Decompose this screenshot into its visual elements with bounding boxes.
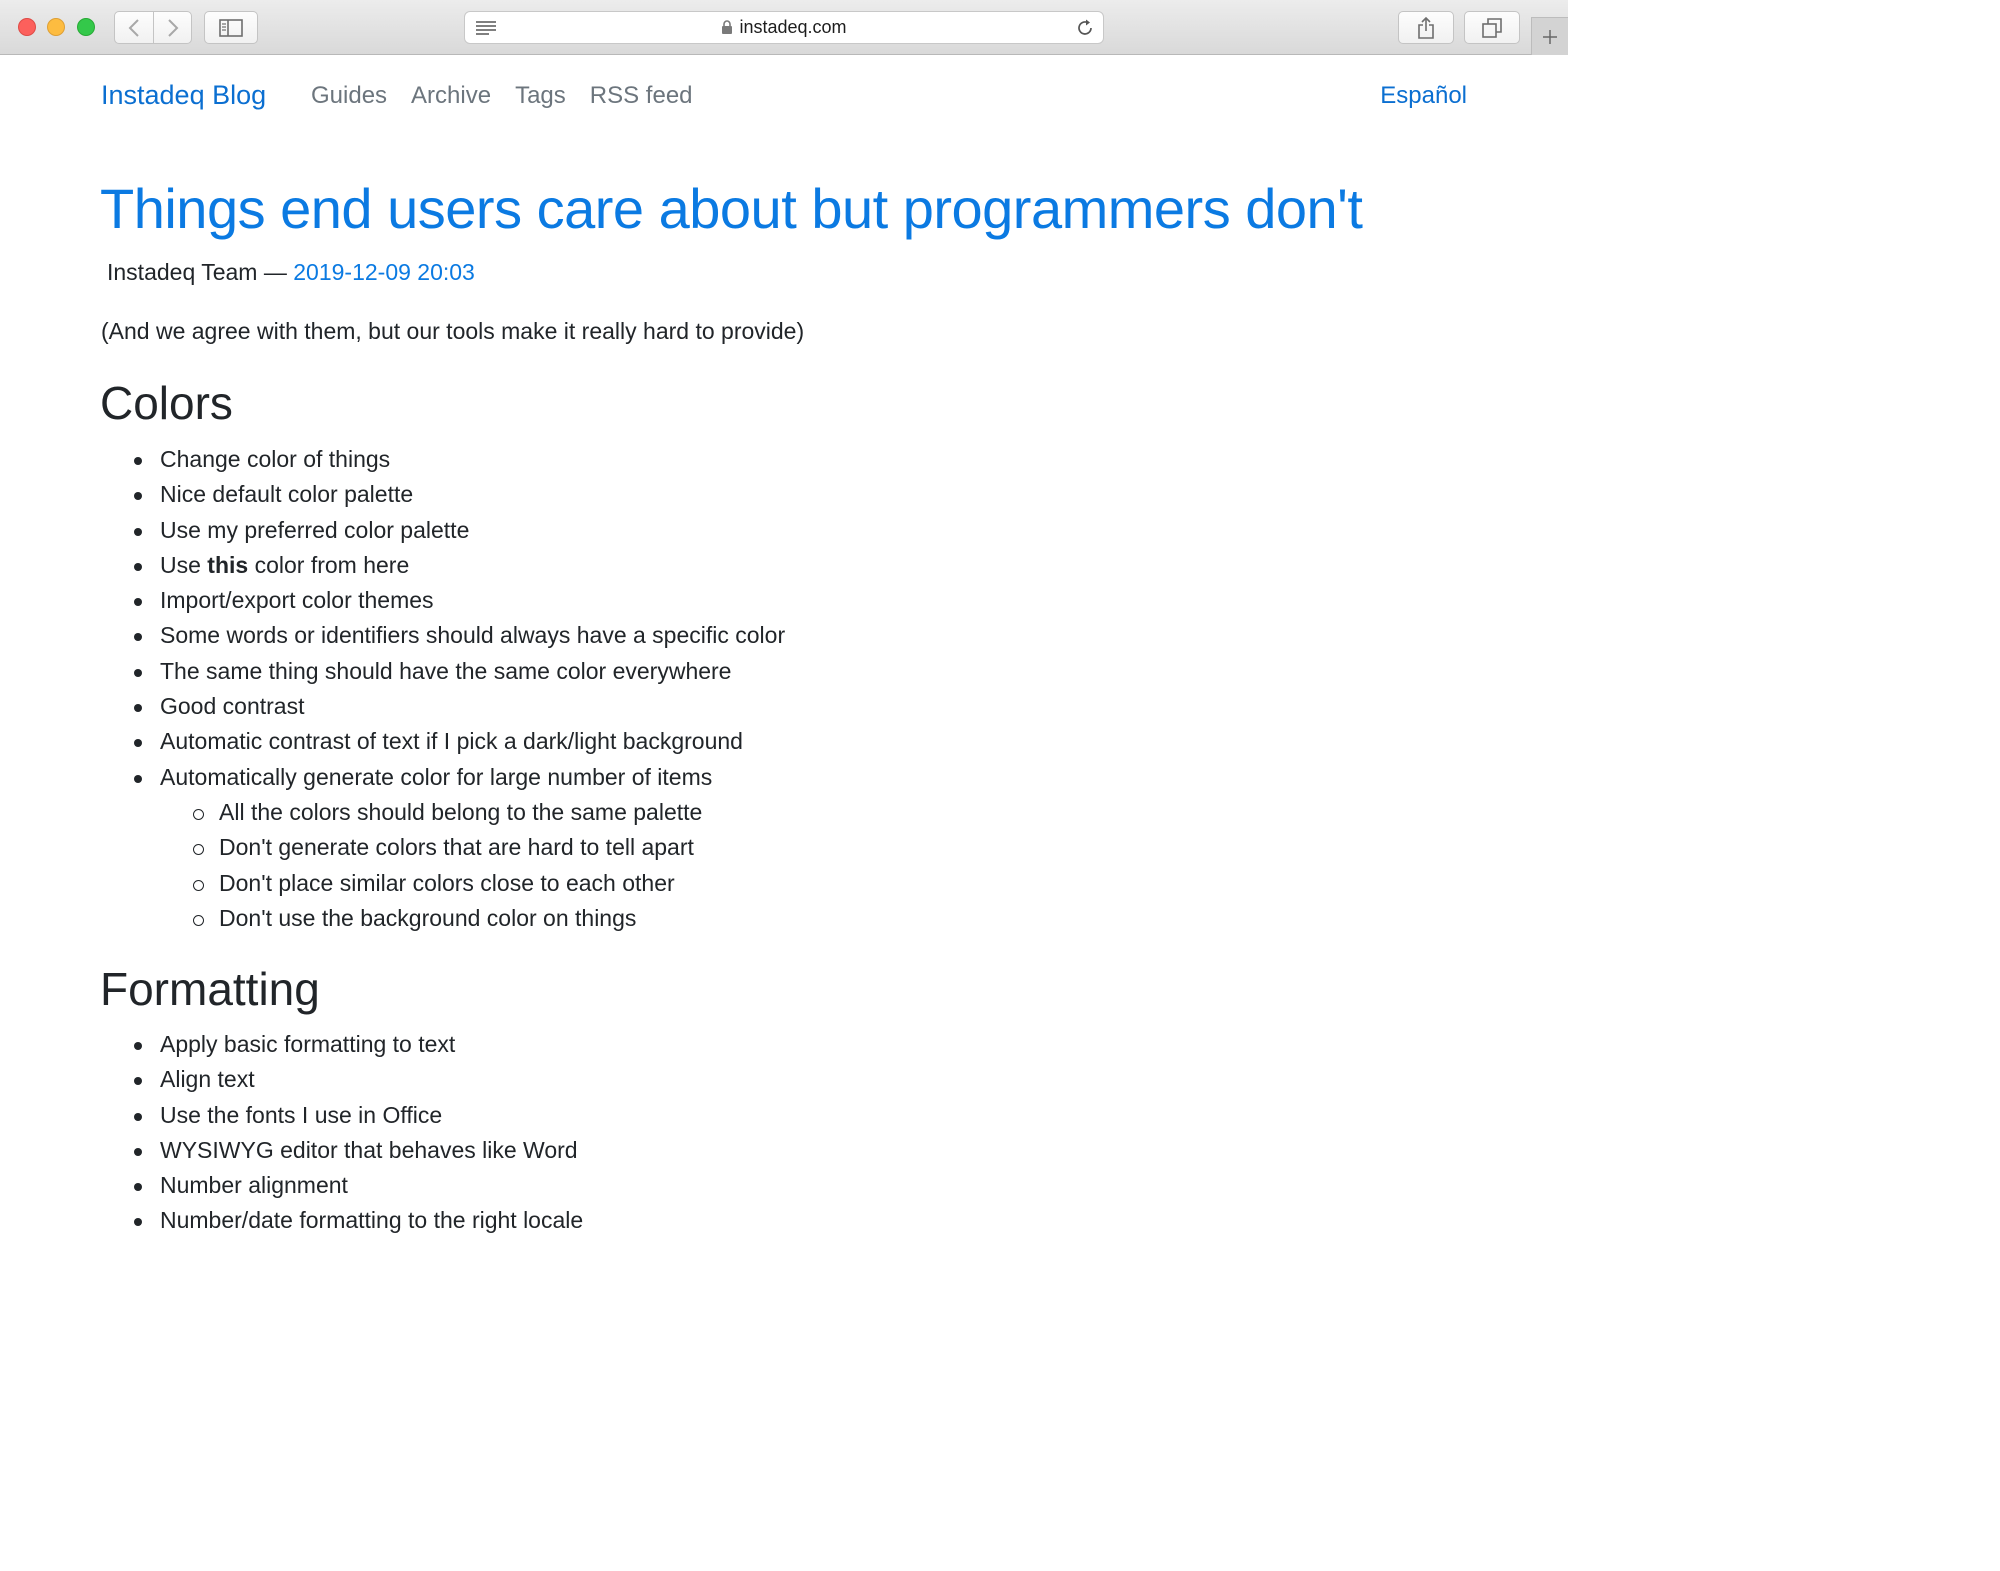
forward-icon (167, 18, 178, 37)
browser-toolbar: instadeq.com (0, 0, 1568, 55)
list-item: Use the fonts I use in Office (134, 1100, 583, 1135)
list-item: The same thing should have the same colo… (134, 656, 785, 691)
close-window-button[interactable] (18, 18, 36, 36)
section-heading-formatting: Formatting (100, 963, 320, 1015)
list-item: WYSIWYG editor that behaves like Word (134, 1135, 583, 1170)
list-item: Some words or identifiers should always … (134, 620, 785, 655)
back-icon (128, 18, 139, 37)
tabs-icon (1482, 17, 1502, 38)
sub-list-item: Don't use the background color on things (193, 903, 785, 938)
list-item: Use this color from here (134, 550, 785, 585)
nav-links: Guides Archive Tags RSS feed (311, 82, 693, 110)
list-item: Number/date formatting to the right loca… (134, 1205, 583, 1240)
reload-icon (1078, 19, 1092, 35)
back-button[interactable] (115, 12, 153, 43)
list-item: Good contrast (134, 691, 785, 726)
sidebar-toggle-button[interactable] (204, 11, 258, 44)
formatting-list: Apply basic formatting to text Align tex… (134, 1029, 583, 1241)
post-byline: Instadeq Team — 2019-12-09 20:03 (107, 259, 475, 286)
list-item: Apply basic formatting to text (134, 1029, 583, 1064)
plus-icon (1543, 29, 1557, 44)
bold-text: this (207, 551, 249, 578)
list-item: Change color of things (134, 444, 785, 479)
reload-button[interactable] (1075, 18, 1095, 43)
post-intro: (And we agree with them, but our tools m… (101, 318, 805, 344)
list-item: Import/export color themes (134, 585, 785, 620)
address-bar[interactable]: instadeq.com (464, 11, 1104, 44)
nav-link-archive[interactable]: Archive (411, 82, 491, 110)
list-item: Number alignment (134, 1170, 583, 1205)
minimize-window-button[interactable] (47, 18, 65, 36)
history-nav-group (114, 11, 192, 44)
colors-list: Change color of things Nice default colo… (134, 444, 785, 938)
site-navbar: Instadeq Blog Guides Archive Tags RSS fe… (101, 80, 1467, 116)
post-date-link[interactable]: 2019-12-09 20:03 (293, 259, 475, 285)
nav-link-guides[interactable]: Guides (311, 82, 387, 110)
nav-link-tags[interactable]: Tags (515, 82, 566, 110)
zoom-window-button[interactable] (77, 18, 95, 36)
list-item: Use my preferred color palette (134, 515, 785, 550)
list-item: Automatic contrast of text if I pick a d… (134, 726, 785, 761)
share-button[interactable] (1398, 11, 1454, 44)
share-icon (1418, 16, 1434, 39)
list-item: Nice default color palette (134, 479, 785, 514)
sidebar-icon (219, 18, 243, 37)
url-text: instadeq.com (739, 17, 847, 37)
sub-list-item: All the colors should belong to the same… (193, 797, 785, 832)
brand-link[interactable]: Instadeq Blog (101, 80, 266, 111)
new-tab-button[interactable] (1531, 17, 1568, 55)
nav-link-rss[interactable]: RSS feed (590, 82, 693, 110)
item-text: color from here (248, 551, 410, 578)
sub-list-item: Don't place similar colors close to each… (193, 868, 785, 903)
post-title[interactable]: Things end users care about but programm… (100, 176, 1363, 241)
section-heading-colors: Colors (100, 377, 233, 429)
forward-button[interactable] (153, 12, 191, 43)
lock-icon (722, 20, 733, 34)
sub-list-item: Don't generate colors that are hard to t… (193, 832, 785, 867)
item-text: Use (160, 551, 208, 578)
list-item: Automatically generate color for large n… (134, 762, 785, 797)
show-tabs-button[interactable] (1464, 11, 1520, 44)
language-link[interactable]: Español (1380, 82, 1467, 110)
list-item: Align text (134, 1064, 583, 1099)
post-author: Instadeq Team — (107, 259, 287, 285)
